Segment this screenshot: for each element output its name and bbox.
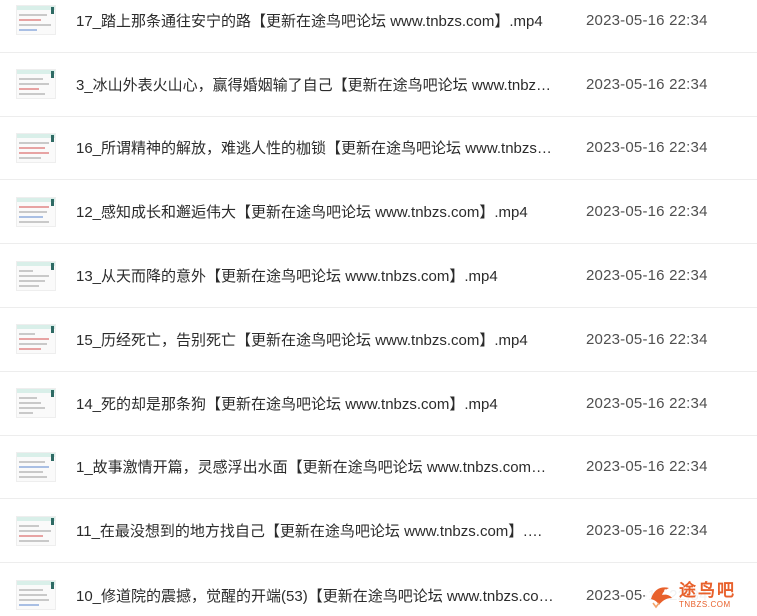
file-date: 2023-05-16 22:34 bbox=[586, 458, 708, 476]
file-date: 2023-05-16 22:34 bbox=[586, 330, 708, 348]
file-date: 2023-05-16 22:34 bbox=[586, 75, 708, 93]
file-date: 2023-05-16 22:34 bbox=[586, 394, 708, 412]
video-thumbnail[interactable] bbox=[16, 515, 56, 546]
file-date: 2023-05-16 22:34 bbox=[586, 139, 708, 157]
file-date: 2023-05-16 22:34 bbox=[586, 522, 708, 540]
file-date: 2023-05-16 22:34 bbox=[586, 203, 708, 221]
file-row[interactable]: 17_踏上那条通往安宁的路【更新在途鸟吧论坛 www.tnbzs.com】.mp… bbox=[0, 0, 757, 53]
file-row[interactable]: 1_故事激情开篇，灵感浮出水面【更新在途鸟吧论坛 www.tnbzs.com】.… bbox=[0, 436, 757, 500]
file-row[interactable]: 3_冰山外表火山心，赢得婚姻输了自己【更新在途鸟吧论坛 www.tnbzs.co… bbox=[0, 53, 757, 117]
video-thumbnail[interactable] bbox=[16, 132, 56, 163]
file-name[interactable]: 15_历经死亡，告别死亡【更新在途鸟吧论坛 www.tnbzs.com】.mp4 bbox=[76, 329, 554, 350]
file-row[interactable]: 10_修道院的震撼，觉醒的开端(53)【更新在途鸟吧论坛 www.tnbzs.c… bbox=[0, 563, 757, 616]
video-thumbnail[interactable] bbox=[16, 5, 56, 36]
file-name[interactable]: 16_所谓精神的解放，难逃人性的枷锁【更新在途鸟吧论坛 www.tnbzs.co… bbox=[76, 137, 554, 158]
file-name[interactable]: 1_故事激情开篇，灵感浮出水面【更新在途鸟吧论坛 www.tnbzs.com】.… bbox=[76, 456, 554, 477]
file-list: 17_踏上那条通往安宁的路【更新在途鸟吧论坛 www.tnbzs.com】.mp… bbox=[0, 0, 757, 611]
file-row[interactable]: 11_在最没想到的地方找自己【更新在途鸟吧论坛 www.tnbzs.com】.m… bbox=[0, 499, 757, 564]
file-date: 2023-05-16 22:34 bbox=[586, 267, 708, 285]
file-name[interactable]: 10_修道院的震撼，觉醒的开端(53)【更新在途鸟吧论坛 www.tnbzs.c… bbox=[76, 585, 554, 606]
file-name[interactable]: 3_冰山外表火山心，赢得婚姻输了自己【更新在途鸟吧论坛 www.tnbzs.co… bbox=[76, 74, 554, 95]
video-thumbnail[interactable] bbox=[16, 69, 56, 100]
file-date: 2023-05-16 22:34 bbox=[586, 11, 708, 29]
file-row[interactable]: 13_从天而降的意外【更新在途鸟吧论坛 www.tnbzs.com】.mp4 2… bbox=[0, 244, 757, 308]
file-row[interactable]: 16_所谓精神的解放，难逃人性的枷锁【更新在途鸟吧论坛 www.tnbzs.co… bbox=[0, 117, 757, 181]
file-name[interactable]: 12_感知成长和邂逅伟大【更新在途鸟吧论坛 www.tnbzs.com】.mp4 bbox=[76, 201, 554, 222]
file-row[interactable]: 12_感知成长和邂逅伟大【更新在途鸟吧论坛 www.tnbzs.com】.mp4… bbox=[0, 180, 757, 245]
video-thumbnail[interactable] bbox=[16, 324, 56, 355]
site-watermark: 途鸟吧 TNBZS.COM bbox=[645, 578, 749, 612]
file-name[interactable]: 14_死的却是那条狗【更新在途鸟吧论坛 www.tnbzs.com】.mp4 bbox=[76, 393, 554, 414]
file-row[interactable]: 14_死的却是那条狗【更新在途鸟吧论坛 www.tnbzs.com】.mp4 2… bbox=[0, 372, 757, 436]
video-thumbnail[interactable] bbox=[16, 580, 56, 611]
file-name[interactable]: 13_从天而降的意外【更新在途鸟吧论坛 www.tnbzs.com】.mp4 bbox=[76, 265, 554, 286]
file-name[interactable]: 11_在最没想到的地方找自己【更新在途鸟吧论坛 www.tnbzs.com】.m… bbox=[76, 520, 554, 541]
file-row[interactable]: 15_历经死亡，告别死亡【更新在途鸟吧论坛 www.tnbzs.com】.mp4… bbox=[0, 308, 757, 372]
video-thumbnail[interactable] bbox=[16, 451, 56, 482]
file-name[interactable]: 17_踏上那条通往安宁的路【更新在途鸟吧论坛 www.tnbzs.com】.mp… bbox=[76, 10, 554, 31]
video-thumbnail[interactable] bbox=[16, 260, 56, 291]
bird-logo-icon bbox=[651, 587, 672, 609]
video-thumbnail[interactable] bbox=[16, 388, 56, 419]
watermark-subtitle: TNBZS.COM bbox=[679, 599, 731, 609]
watermark-title: 途鸟吧 bbox=[679, 580, 736, 600]
video-thumbnail[interactable] bbox=[16, 196, 56, 227]
